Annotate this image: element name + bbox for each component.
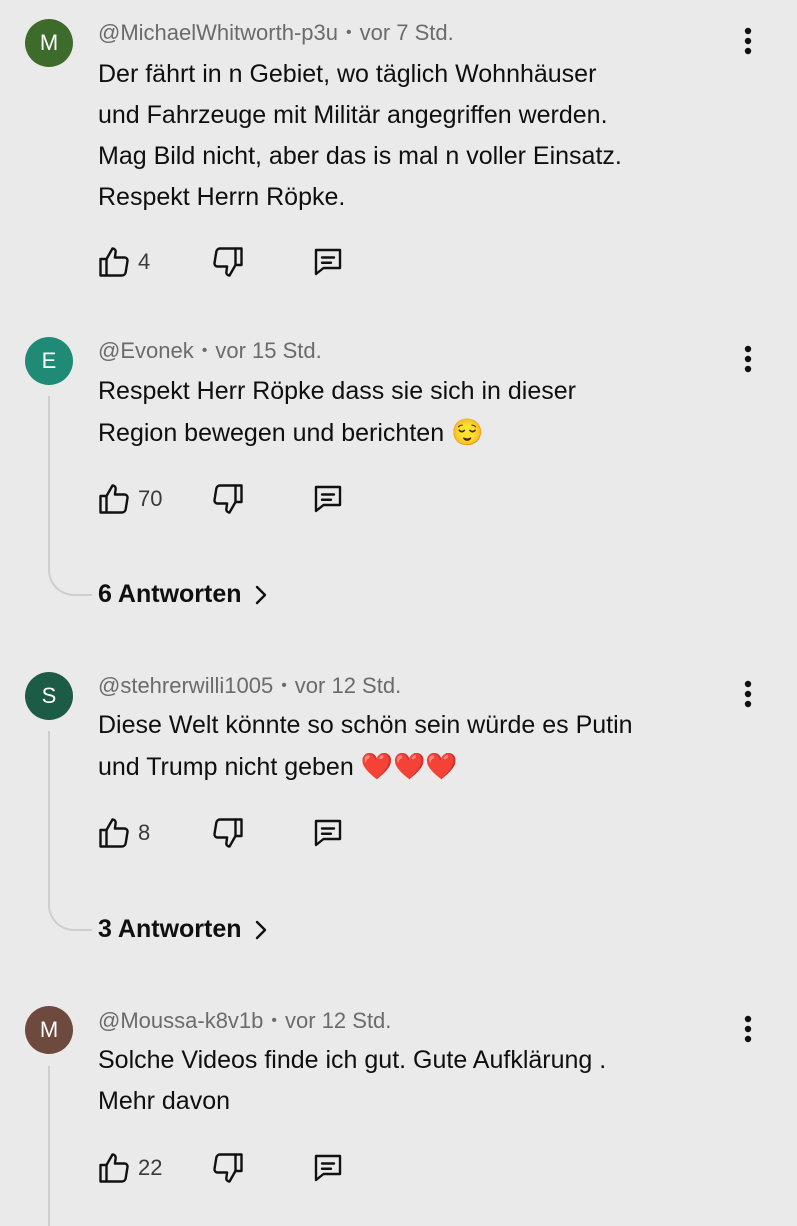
like-count: 70 <box>138 486 163 511</box>
comment-meta: @MichaelWhitworth-p3u • vor 7 Std. <box>98 20 454 46</box>
view-replies-button[interactable]: 3 Antworten <box>98 915 268 944</box>
replies-label: 3 Antworten <box>98 915 242 943</box>
more-options-button[interactable] <box>736 341 760 377</box>
like-button[interactable]: 22 <box>96 1148 162 1188</box>
comment-time: vor 12 Std. <box>294 673 402 698</box>
thumbs-up-icon <box>99 818 129 848</box>
emoji: 😌 <box>451 417 484 447</box>
thread-line <box>48 731 92 931</box>
comment-meta: @stehrerwilli1005 • vor 12 Std. <box>98 673 401 699</box>
like-count: 4 <box>138 249 151 274</box>
author-handle[interactable]: @stehrerwilli1005 <box>98 673 273 698</box>
comment-actions: 4 <box>96 242 396 282</box>
comment-line: Diese Welt könnte so schön sein würde es… <box>98 711 633 739</box>
avatar[interactable]: M <box>25 19 73 67</box>
meta-separator: • <box>201 342 208 359</box>
like-button[interactable]: 70 <box>96 479 162 519</box>
thumbs-down-icon <box>213 247 243 277</box>
more-vertical-icon <box>744 27 752 55</box>
like-button[interactable]: 4 <box>96 242 150 282</box>
comment-actions: 8 <box>96 813 396 853</box>
more-options-button[interactable] <box>736 1011 760 1047</box>
comment-text: Diese Welt könnte so schön sein würde es… <box>98 705 738 788</box>
comment-line: und Fahrzeuge mit Militär angegriffen we… <box>98 101 608 129</box>
meta-separator: • <box>271 1012 278 1029</box>
author-handle[interactable]: @MichaelWhitworth-p3u <box>98 20 338 45</box>
author-handle[interactable]: @Moussa-k8v1b <box>98 1008 263 1033</box>
comment-text: Respekt Herr Röpke dass sie sich in dies… <box>98 371 738 454</box>
comment-line: Respekt Herrn Röpke. <box>98 183 346 211</box>
comment-meta: @Evonek • vor 15 Std. <box>98 338 322 364</box>
meta-separator: • <box>345 24 352 41</box>
thumbs-down-icon <box>213 1153 243 1183</box>
comment-text: Solche Videos finde ich gut. Gute Aufklä… <box>98 1040 738 1122</box>
reply-button[interactable] <box>310 813 346 853</box>
like-count: 22 <box>138 1155 163 1180</box>
dislike-button[interactable] <box>210 242 246 282</box>
avatar[interactable]: M <box>25 1006 73 1054</box>
dislike-button[interactable] <box>210 1148 246 1188</box>
comment-line: Der fährt in n Gebiet, wo täglich Wohnhä… <box>98 60 597 88</box>
comment-actions: 70 <box>96 479 396 519</box>
comment-actions: 22 <box>96 1148 396 1188</box>
comment-icon <box>314 248 342 276</box>
more-options-button[interactable] <box>736 676 760 712</box>
thread-line <box>48 1066 92 1226</box>
comment-line-text: Region bewegen und berichten <box>98 419 445 447</box>
comment-icon <box>314 819 342 847</box>
thumbs-down-icon <box>213 484 243 514</box>
emoji: ❤️❤️❤️ <box>360 751 458 781</box>
thumbs-up-icon <box>99 1153 129 1183</box>
comment-text: Der fährt in n Gebiet, wo täglich Wohnhä… <box>98 54 738 218</box>
comment-line: Mehr davon <box>98 1087 231 1115</box>
like-button[interactable]: 8 <box>96 813 150 853</box>
comment-icon <box>314 1154 342 1182</box>
reply-button[interactable] <box>310 1148 346 1188</box>
comment-line-text: und Trump nicht geben <box>98 753 354 781</box>
author-handle[interactable]: @Evonek <box>98 338 194 363</box>
thumbs-down-icon <box>213 818 243 848</box>
more-vertical-icon <box>744 1015 752 1043</box>
chevron-right-icon <box>255 585 266 604</box>
comment-time: vor 15 Std. <box>215 338 322 363</box>
reply-button[interactable] <box>310 479 346 519</box>
avatar[interactable]: S <box>25 672 73 720</box>
more-options-button[interactable] <box>736 23 760 59</box>
comment-time: vor 7 Std. <box>359 20 454 45</box>
like-count: 8 <box>138 820 151 845</box>
thread-line <box>48 396 92 596</box>
view-replies-button[interactable]: 6 Antworten <box>98 580 268 609</box>
comment-line: Region bewegen und berichten 😌 <box>98 412 738 454</box>
chevron-right-icon <box>255 920 266 939</box>
dislike-button[interactable] <box>210 479 246 519</box>
comment-time: vor 12 Std. <box>285 1008 392 1033</box>
dislike-button[interactable] <box>210 813 246 853</box>
comment-icon <box>314 485 342 513</box>
comment-meta: @Moussa-k8v1b • vor 12 Std. <box>98 1008 391 1034</box>
more-vertical-icon <box>744 680 752 708</box>
comment-line: Mag Bild nicht, aber das is mal n voller… <box>98 142 622 170</box>
comment-line: Solche Videos finde ich gut. Gute Aufklä… <box>98 1046 607 1074</box>
thumbs-up-icon <box>99 247 129 277</box>
comment-line: und Trump nicht geben ❤️❤️❤️ <box>98 746 738 788</box>
comment-line: Respekt Herr Röpke dass sie sich in dies… <box>98 377 576 405</box>
meta-separator: • <box>281 677 287 694</box>
replies-label: 6 Antworten <box>98 580 242 608</box>
avatar[interactable]: E <box>25 337 73 385</box>
reply-button[interactable] <box>310 242 346 282</box>
thumbs-up-icon <box>99 484 129 514</box>
more-vertical-icon <box>744 345 752 373</box>
